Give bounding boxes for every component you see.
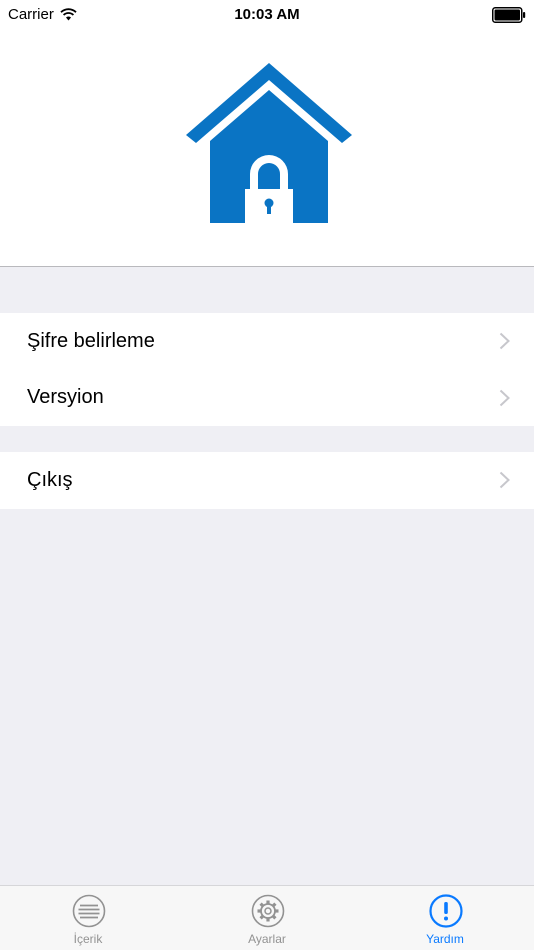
house-lock-logo	[186, 63, 352, 223]
tab-settings[interactable]: Ayarlar	[207, 886, 327, 950]
settings-screen: Carrier 10:03 AM Şifre belirleme Versyio…	[0, 0, 534, 950]
row-version[interactable]: Versyion	[0, 369, 534, 426]
tab-bar: İçerik Ayarlar Yardım	[0, 885, 534, 950]
settings-group-1: Şifre belirleme Versyion	[0, 313, 534, 426]
row-password-setup[interactable]: Şifre belirleme	[0, 313, 534, 369]
settings-group-2: Çıkış	[0, 452, 534, 509]
status-time: 10:03 AM	[234, 6, 300, 23]
header-logo-area	[0, 30, 534, 267]
status-bar: Carrier 10:03 AM	[0, 0, 534, 30]
tab-content[interactable]: İçerik	[28, 886, 148, 950]
chevron-right-icon	[499, 389, 510, 406]
chevron-right-icon	[499, 332, 510, 350]
row-label: Çıkış	[27, 468, 73, 491]
row-label: Şifre belirleme	[27, 329, 155, 352]
list-icon	[72, 894, 106, 928]
battery-icon	[492, 7, 526, 23]
tab-label: Ayarlar	[248, 932, 286, 946]
tab-help[interactable]: Yardım	[385, 886, 505, 950]
row-label: Versyion	[27, 386, 104, 408]
tab-label: İçerik	[73, 932, 103, 946]
exclamation-icon	[429, 894, 463, 928]
chevron-right-icon	[499, 471, 510, 489]
tab-label: Yardım	[426, 932, 464, 946]
gear-icon	[251, 894, 285, 928]
row-logout[interactable]: Çıkış	[0, 452, 534, 508]
